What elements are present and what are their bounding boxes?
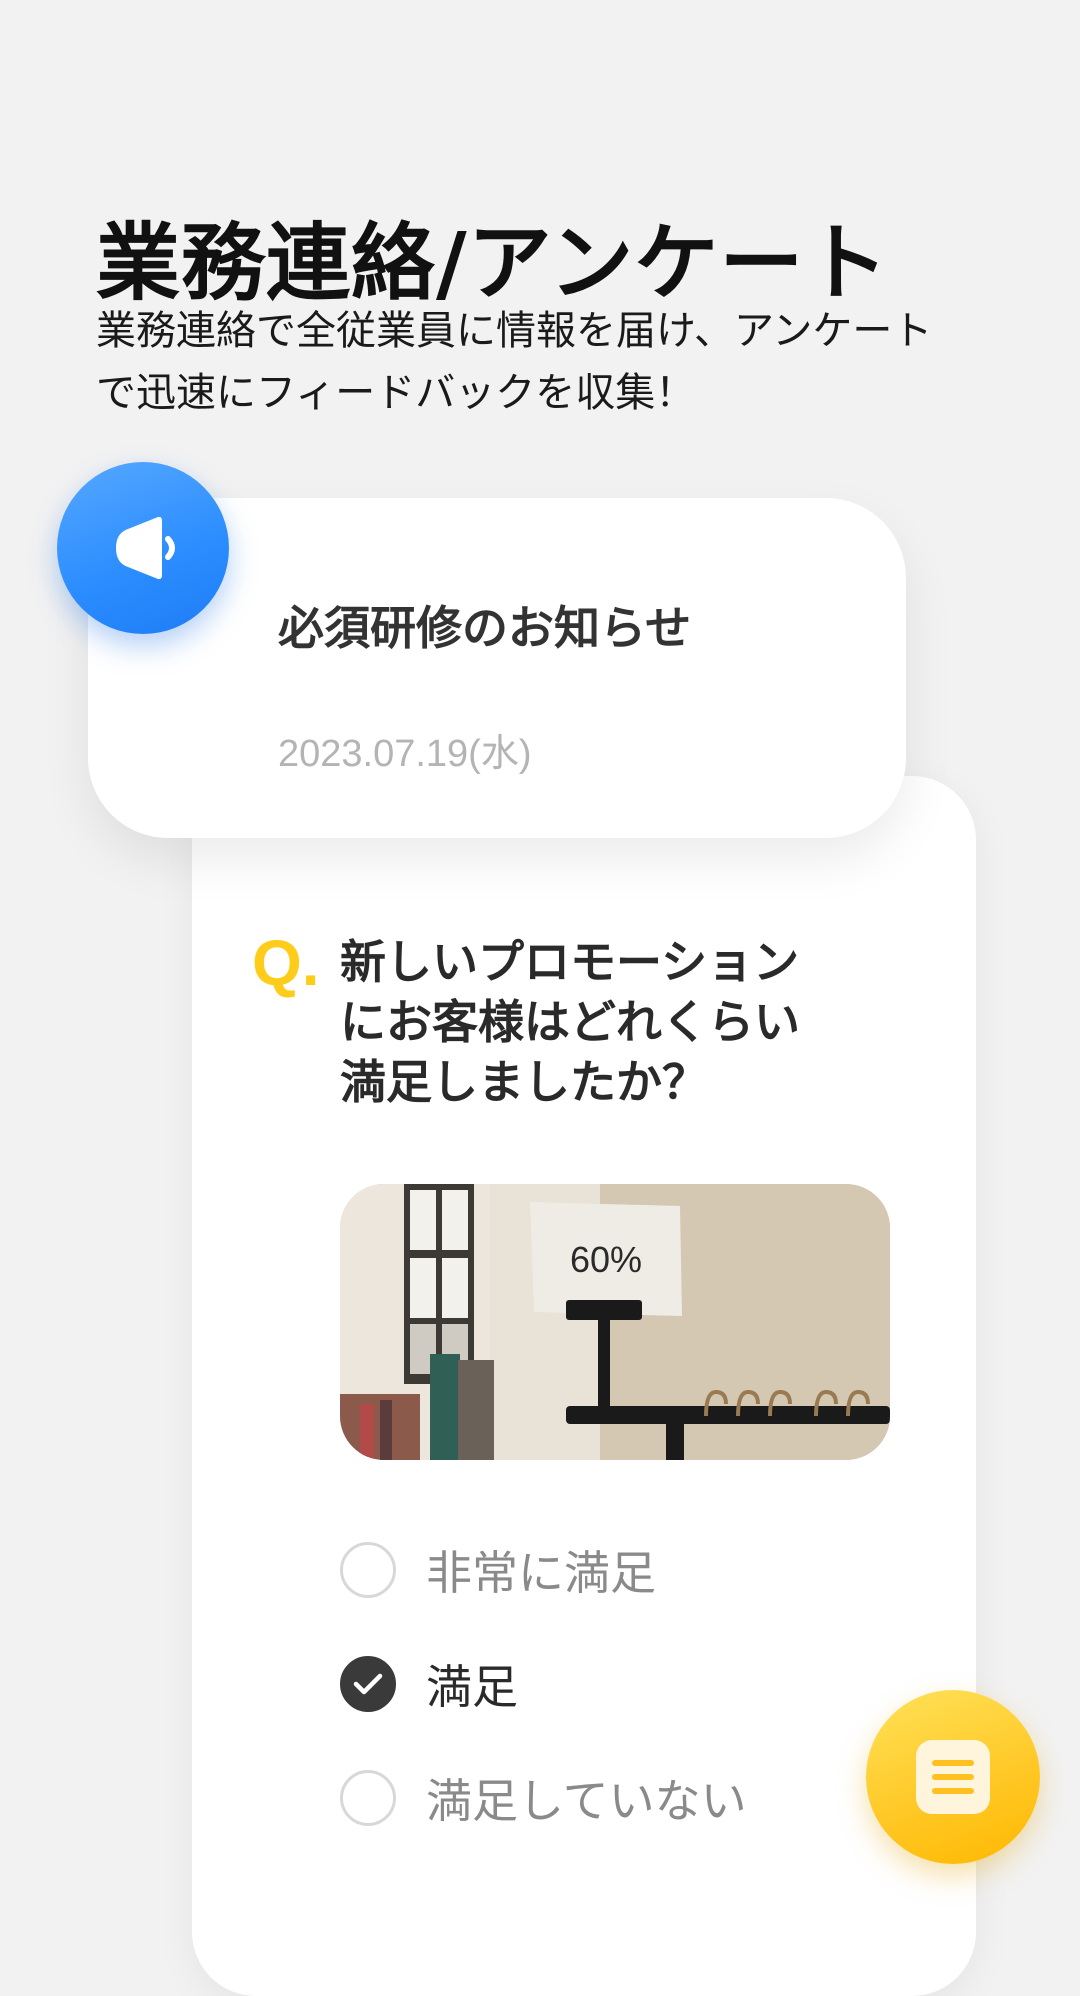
promotion-photo: 60%	[340, 1184, 890, 1460]
option-label: 満足	[426, 1660, 518, 1714]
survey-question: 新しいプロモーション にお客様はどれくらい 満足しましたか？	[340, 932, 900, 1112]
survey-card: Q. 新しいプロモーション にお客様はどれくらい 満足しましたか？ 60% 非常…	[192, 776, 976, 1996]
q-letter: Q	[252, 927, 302, 999]
radio-unchecked-icon[interactable]	[340, 1542, 396, 1598]
description-line: で迅速にフィードバックを収集！	[96, 370, 696, 416]
option-label: 非常に満足	[426, 1546, 656, 1600]
question-line: 満足しましたか？	[340, 1055, 708, 1109]
option-satisfied[interactable]: 満足	[340, 1654, 940, 1714]
notice-title: 必須研修のお知らせ	[278, 601, 692, 655]
radio-checked-icon[interactable]	[340, 1656, 396, 1712]
radio-unchecked-icon[interactable]	[340, 1770, 396, 1826]
notice-date: 2023.07.19(水)	[278, 733, 532, 775]
q-dot: .	[301, 927, 320, 999]
checkmark-icon	[353, 1673, 383, 1695]
question-mark-label: Q.	[252, 926, 320, 1000]
option-very-satisfied[interactable]: 非常に満足	[340, 1540, 940, 1600]
description-line: 業務連絡で全従業員に情報を届け、アンケート	[96, 308, 933, 354]
question-line: 新しいプロモーション	[340, 935, 800, 989]
option-not-satisfied[interactable]: 満足していない	[340, 1768, 940, 1828]
megaphone-icon	[116, 516, 175, 580]
survey-list-fab[interactable]	[866, 1690, 1040, 1864]
page-description: 業務連絡で全従業員に情報を届け、アンケート で迅速にフィードバックを収集！	[96, 300, 1016, 424]
survey-options: 非常に満足 満足 満足していない	[340, 1540, 940, 1882]
option-label: 満足していない	[426, 1774, 747, 1828]
megaphone-badge	[57, 462, 229, 634]
list-document-icon	[916, 1740, 990, 1814]
sale-sign-text: 60%	[570, 1239, 642, 1280]
question-line: にお客様はどれくらい	[340, 995, 800, 1049]
